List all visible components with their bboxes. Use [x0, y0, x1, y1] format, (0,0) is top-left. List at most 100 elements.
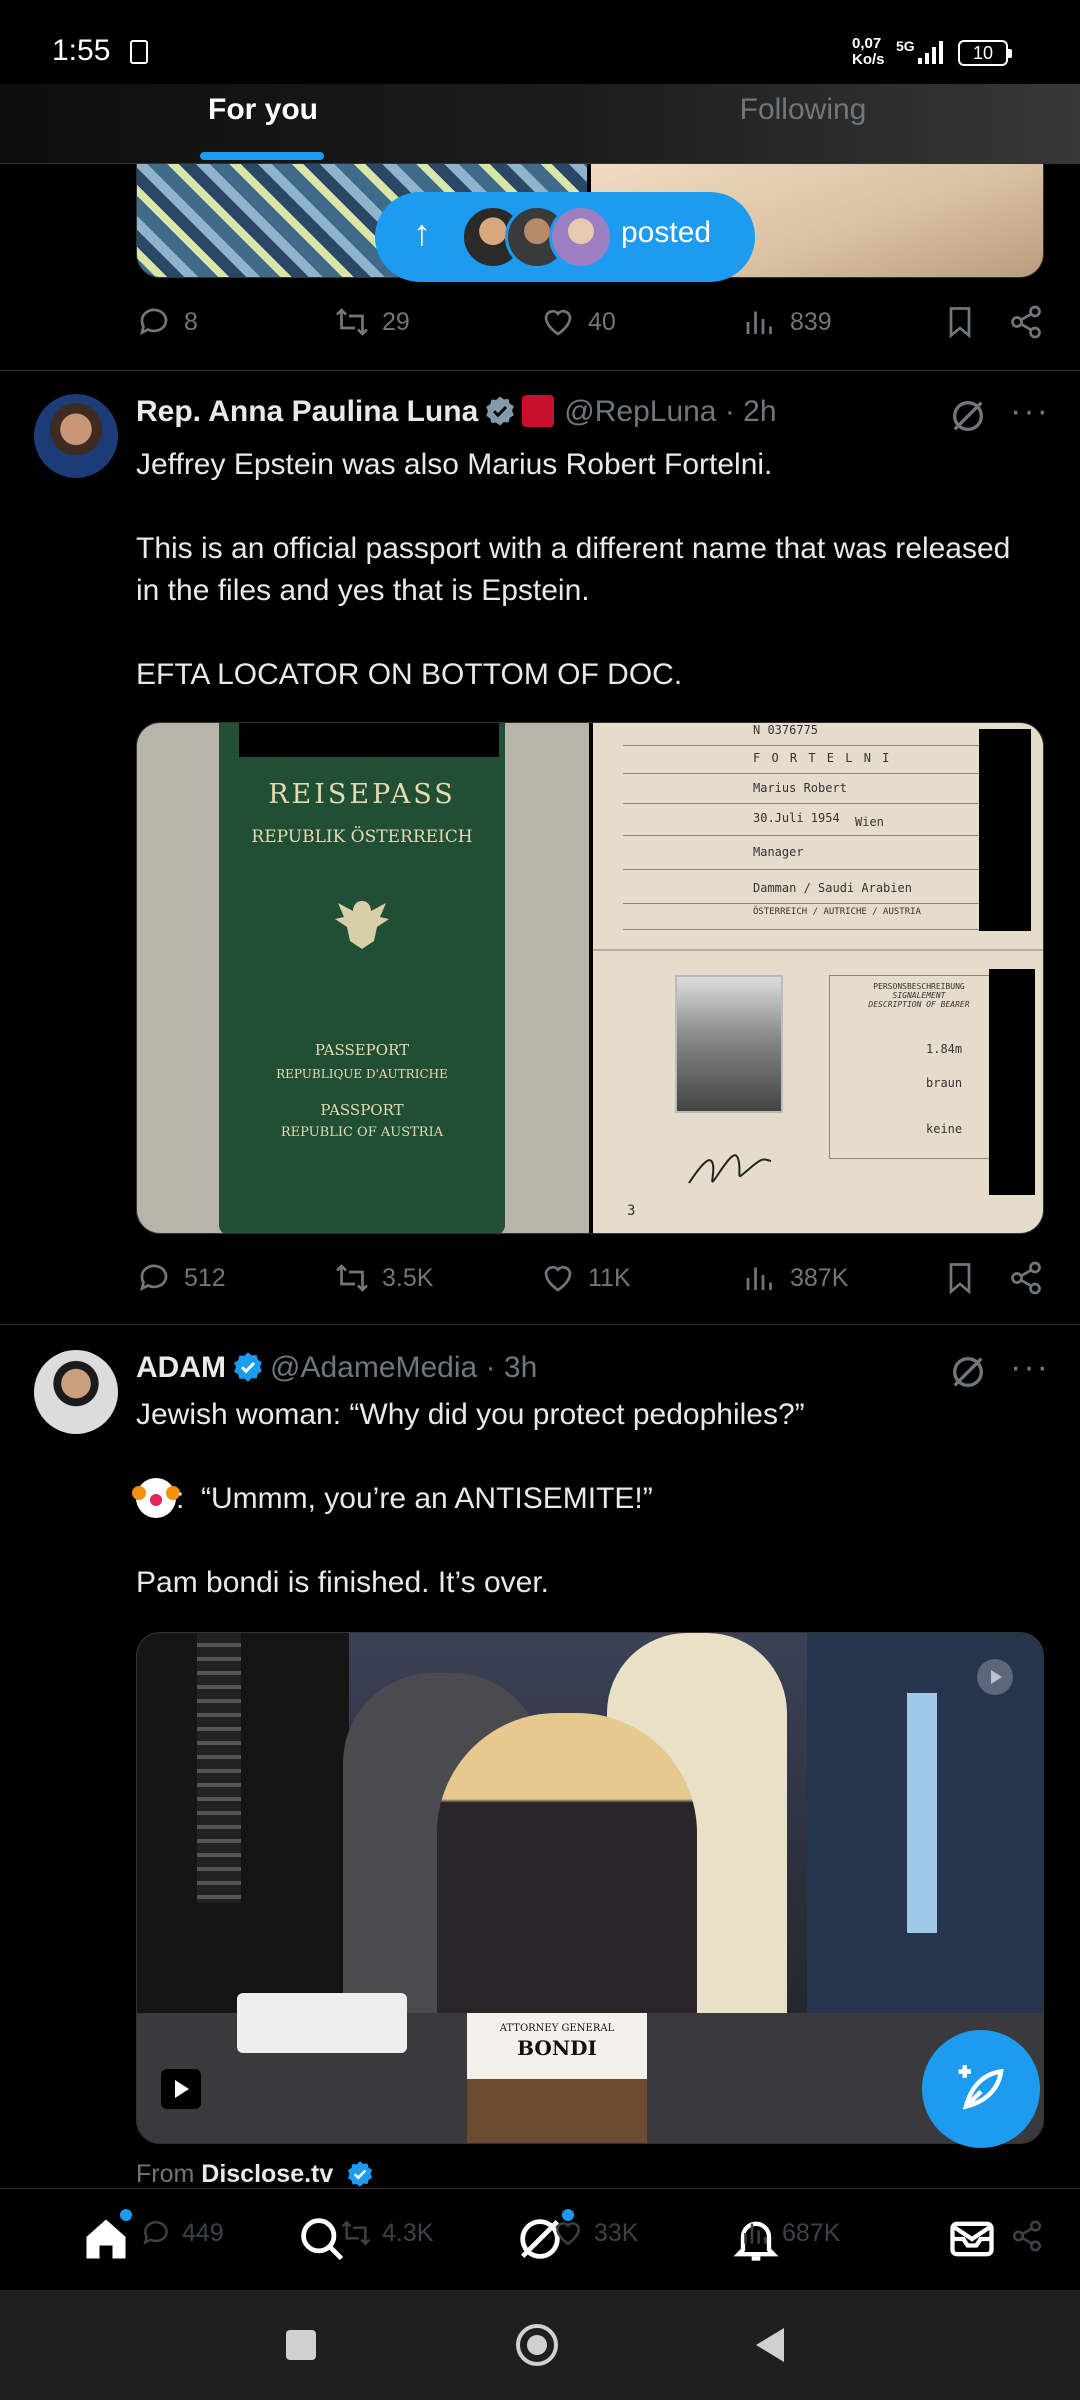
- ghost-repost-value: 4.3K: [382, 2218, 434, 2247]
- post-text-line-1: Jewish woman: “Why did you protect pedop…: [136, 1398, 805, 1431]
- like-count: 11K: [588, 1263, 631, 1292]
- passport-desc-title: PERSONSBESCHREIBUNG: [873, 982, 965, 991]
- post-time: · 3h: [485, 1351, 538, 1384]
- ghost-like-count: 33K: [552, 2217, 638, 2249]
- post-media-image[interactable]: REISEPASS REPUBLIK ÖSTERREICH PASSEPORT …: [136, 722, 1044, 1234]
- passport-marks: keine: [926, 1122, 963, 1136]
- reply-button[interactable]: 8: [136, 292, 198, 352]
- repost-count: 3.5K: [382, 1263, 434, 1292]
- back-button-icon[interactable]: [752, 2326, 788, 2364]
- share-icon: [1012, 2220, 1042, 2252]
- post-time: · 2h: [724, 395, 777, 428]
- like-button[interactable]: 11K: [540, 1248, 631, 1308]
- passport-surname: F O R T E L N I: [753, 751, 892, 765]
- grok-icon[interactable]: [948, 396, 988, 436]
- passport-fold: [593, 949, 1043, 951]
- author-name[interactable]: ADAM: [136, 1351, 226, 1384]
- repost-icon: [336, 308, 368, 336]
- source-name[interactable]: Disclose.tv: [201, 2160, 333, 2188]
- bookmark-button[interactable]: [942, 1248, 990, 1308]
- avatar[interactable]: [34, 1350, 118, 1434]
- passport-cover-en-sub: REPUBLIC OF AUSTRIA: [280, 1125, 444, 1140]
- bookmark-button[interactable]: [942, 292, 990, 352]
- repost-button[interactable]: 3.5K: [334, 1248, 433, 1308]
- passport-rule: [623, 869, 983, 870]
- passport-portrait: [675, 975, 783, 1113]
- reply-count: 512: [184, 1263, 226, 1292]
- battery-indicator: 10: [958, 40, 1012, 66]
- home-system-button[interactable]: [516, 2324, 558, 2366]
- passport-rule: [623, 803, 983, 804]
- like-button[interactable]: 40: [540, 292, 616, 352]
- author-handle[interactable]: @RepLuna: [564, 395, 716, 428]
- clown-nose: [150, 1494, 162, 1506]
- placard-title: ATTORNEY GENERAL: [499, 2023, 615, 2034]
- passport-page-number: 3: [627, 1203, 636, 1219]
- from-label: From: [136, 2160, 195, 2188]
- passport-rule: [623, 773, 983, 774]
- views-icon: [746, 311, 772, 334]
- post-author: ADAM @AdameMedia · 3h: [136, 1348, 537, 1388]
- author-handle[interactable]: @AdameMedia: [270, 1351, 477, 1384]
- verified-blue-icon: [234, 1352, 262, 1382]
- post-divider: [0, 1324, 1080, 1325]
- passport-data-page-photo[interactable]: N 0376775 F O R T E L N I Marius Robert …: [593, 723, 1043, 1233]
- more-options-icon[interactable]: ···: [1010, 1348, 1050, 1387]
- passport-nationality: ÖSTERREICH / AUTRICHE / AUSTRIA: [753, 907, 921, 917]
- passport-desc-sub2: DESCRIPTION OF BEARER: [868, 1000, 970, 1009]
- passport-cover-fr-sub: REPUBLIQUE D'AUTRICHE: [276, 1067, 448, 1081]
- views-button[interactable]: 387K: [742, 1248, 848, 1308]
- reply-button[interactable]: 512: [136, 1248, 226, 1308]
- signature-scribble: [688, 1154, 772, 1184]
- system-navigation-bar: [0, 2290, 1080, 2400]
- compose-feather-icon: [958, 2065, 1004, 2110]
- author-name[interactable]: Rep. Anna Paulina Luna: [136, 395, 478, 428]
- clown-hair-left: [132, 1486, 146, 1500]
- views-icon: [744, 2223, 767, 2244]
- ghost-reply-value: 449: [182, 2218, 224, 2247]
- placard-name: BONDI: [517, 2036, 597, 2060]
- reply-icon: [139, 308, 168, 336]
- recent-apps-button[interactable]: [286, 2330, 316, 2360]
- more-options-icon[interactable]: ···: [1010, 392, 1050, 431]
- repost-icon: [336, 1264, 368, 1292]
- grok-icon[interactable]: [948, 1352, 988, 1392]
- passport-cover-en-title: PASSPORT: [320, 1101, 404, 1119]
- avatar[interactable]: [34, 394, 118, 478]
- redaction-bar: [979, 729, 1031, 931]
- share-button[interactable]: [1008, 292, 1056, 352]
- post-divider: [0, 370, 1080, 371]
- new-posts-pill[interactable]: ↑ posted: [375, 192, 755, 282]
- post-media-video[interactable]: ATTORNEY GENERAL BONDI: [136, 1632, 1044, 2144]
- views-count: 839: [790, 307, 832, 336]
- passport-pob: Wien: [855, 815, 884, 829]
- passport-rule: [623, 929, 983, 930]
- reply-icon: [139, 1264, 168, 1292]
- avatar: [549, 205, 613, 269]
- views-button[interactable]: 839: [742, 292, 832, 352]
- tab-following[interactable]: Following: [690, 84, 916, 164]
- repost-button[interactable]: 29: [334, 292, 410, 352]
- repost-count: 29: [382, 307, 410, 336]
- verified-blue-icon: [348, 2161, 373, 2187]
- redaction-bar: [989, 969, 1035, 1195]
- affiliation-badge-icon: [522, 395, 555, 427]
- like-count: 40: [588, 307, 616, 336]
- share-button[interactable]: [1008, 1248, 1056, 1308]
- compose-post-button[interactable]: [922, 2030, 1040, 2148]
- heart-icon: [544, 309, 572, 336]
- play-icon: [175, 2080, 189, 2098]
- play-button[interactable]: [161, 2069, 201, 2109]
- battery-saver-icon: [130, 40, 148, 64]
- status-bar: 1:55 0,07 Ko/s 5G 10: [0, 0, 1080, 84]
- reply-icon: [143, 2221, 168, 2245]
- verified-gray-icon: [486, 396, 515, 426]
- ghost-repost-count: 4.3K: [340, 2217, 433, 2249]
- video-tie-blue: [907, 1693, 937, 1933]
- passport-cover-photo[interactable]: REISEPASS REPUBLIK ÖSTERREICH PASSEPORT …: [137, 723, 589, 1233]
- reply-count: 8: [184, 307, 198, 336]
- passport-number: N 0376775: [753, 723, 819, 737]
- messages-icon[interactable]: [946, 2213, 998, 2265]
- arrow-up-icon: ↑: [413, 212, 431, 253]
- passport-desc-sub1: SIGNALEMENT: [892, 991, 946, 1000]
